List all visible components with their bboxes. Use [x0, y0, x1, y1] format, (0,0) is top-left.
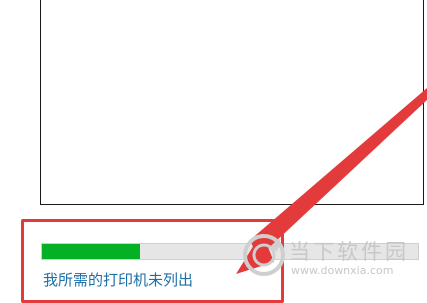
printer-list[interactable]: [40, 0, 424, 205]
progress-fill: [42, 244, 140, 259]
watermark-url: www.downxia.com: [291, 264, 394, 277]
printer-not-listed-link[interactable]: 我所需的打印机未列出: [43, 270, 193, 290]
search-progress-bar: [41, 243, 419, 260]
highlight-box: [21, 219, 284, 303]
